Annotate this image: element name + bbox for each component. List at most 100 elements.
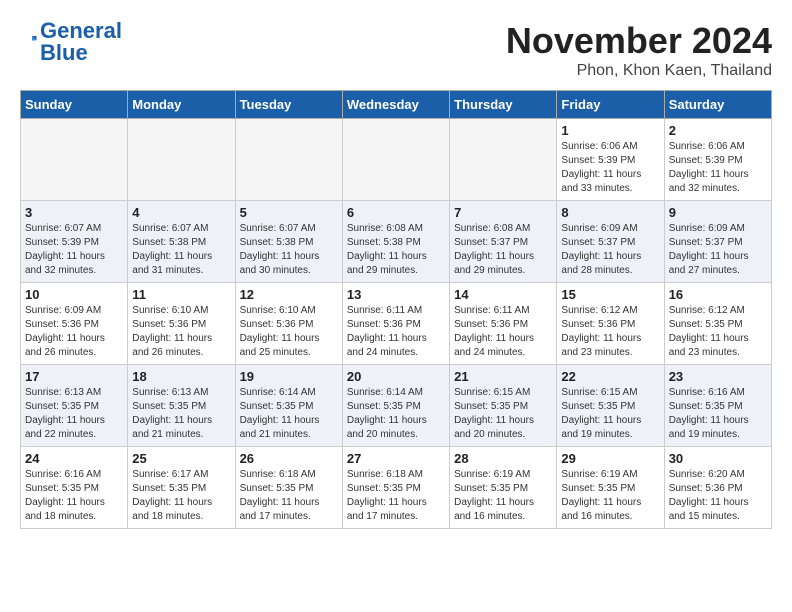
day-info: Sunrise: 6:15 AMSunset: 5:35 PMDaylight:… <box>454 386 552 442</box>
table-row: 6 Sunrise: 6:08 AMSunset: 5:38 PMDaylight… <box>342 201 449 283</box>
table-row <box>450 119 557 201</box>
day-number: 18 <box>132 369 230 384</box>
table-row: 21 Sunrise: 6:15 AMSunset: 5:35 PMDayligh… <box>450 365 557 447</box>
day-info: Sunrise: 6:16 AMSunset: 5:35 PMDaylight:… <box>25 468 123 524</box>
table-row: 25Sunrise: 6:17 AMSunset: 5:35 PMDayligh… <box>128 447 235 529</box>
table-row: 16 Sunrise: 6:12 AMSunset: 5:35 PMDayligh… <box>664 283 771 365</box>
day-number: 27 <box>347 451 445 466</box>
day-info: Sunrise: 6:13 AMSunset: 5:35 PMDaylight:… <box>25 386 123 442</box>
day-number: 8 <box>561 205 659 220</box>
day-number: 26 <box>240 451 338 466</box>
day-number: 4 <box>132 205 230 220</box>
day-info: Sunrise: 6:08 AMSunset: 5:37 PMDaylight:… <box>454 222 552 278</box>
day-number: 17 <box>25 369 123 384</box>
table-row: 8 Sunrise: 6:09 AMSunset: 5:37 PMDaylight… <box>557 201 664 283</box>
day-info: Sunrise: 6:19 AMSunset: 5:35 PMDaylight:… <box>561 468 659 524</box>
table-row <box>235 119 342 201</box>
day-number: 19 <box>240 369 338 384</box>
table-row: 30 Sunrise: 6:20 AMSunset: 5:36 PMDayligh… <box>664 447 771 529</box>
logo-text: General Blue <box>40 20 122 64</box>
table-row: 29 Sunrise: 6:19 AMSunset: 5:35 PMDayligh… <box>557 447 664 529</box>
day-number: 16 <box>669 287 767 302</box>
table-row: 13Sunrise: 6:11 AMSunset: 5:36 PMDayligh… <box>342 283 449 365</box>
table-row <box>128 119 235 201</box>
table-row: 1 Sunrise: 6:06 AMSunset: 5:39 PMDaylight… <box>557 119 664 201</box>
day-number: 14 <box>454 287 552 302</box>
day-number: 10 <box>25 287 123 302</box>
table-row: 14 Sunrise: 6:11 AMSunset: 5:36 PMDayligh… <box>450 283 557 365</box>
day-info: Sunrise: 6:06 AMSunset: 5:39 PMDaylight:… <box>669 140 767 196</box>
table-row: 28Sunrise: 6:19 AMSunset: 5:35 PMDayligh… <box>450 447 557 529</box>
day-info: Sunrise: 6:11 AMSunset: 5:36 PMDaylight:… <box>347 304 445 360</box>
col-tuesday: Tuesday <box>235 91 342 119</box>
col-saturday: Saturday <box>664 91 771 119</box>
day-number: 24 <box>25 451 123 466</box>
table-row: 18Sunrise: 6:13 AMSunset: 5:35 PMDayligh… <box>128 365 235 447</box>
col-friday: Friday <box>557 91 664 119</box>
day-info: Sunrise: 6:10 AMSunset: 5:36 PMDaylight:… <box>132 304 230 360</box>
col-thursday: Thursday <box>450 91 557 119</box>
table-row: 3 Sunrise: 6:07 AMSunset: 5:39 PMDaylight… <box>21 201 128 283</box>
day-number: 20 <box>347 369 445 384</box>
day-info: Sunrise: 6:18 AMSunset: 5:35 PMDaylight:… <box>240 468 338 524</box>
day-number: 23 <box>669 369 767 384</box>
day-number: 1 <box>561 123 659 138</box>
col-sunday: Sunday <box>21 91 128 119</box>
table-row: 17 Sunrise: 6:13 AMSunset: 5:35 PMDayligh… <box>21 365 128 447</box>
logo-line2: Blue <box>40 40 88 65</box>
day-number: 21 <box>454 369 552 384</box>
day-info: Sunrise: 6:09 AMSunset: 5:36 PMDaylight:… <box>25 304 123 360</box>
table-row: 9Sunrise: 6:09 AMSunset: 5:37 PMDaylight… <box>664 201 771 283</box>
table-row: 4 Sunrise: 6:07 AMSunset: 5:38 PMDaylight… <box>128 201 235 283</box>
day-info: Sunrise: 6:15 AMSunset: 5:35 PMDaylight:… <box>561 386 659 442</box>
day-number: 6 <box>347 205 445 220</box>
logo-icon <box>20 33 38 51</box>
table-row: 15 Sunrise: 6:12 AMSunset: 5:36 PMDayligh… <box>557 283 664 365</box>
day-number: 30 <box>669 451 767 466</box>
day-info: Sunrise: 6:07 AMSunset: 5:38 PMDaylight:… <box>240 222 338 278</box>
table-row: 19 Sunrise: 6:14 AMSunset: 5:35 PMDayligh… <box>235 365 342 447</box>
day-info: Sunrise: 6:07 AMSunset: 5:38 PMDaylight:… <box>132 222 230 278</box>
table-row: 22Sunrise: 6:15 AMSunset: 5:35 PMDayligh… <box>557 365 664 447</box>
header: General Blue November 2024 Phon, Khon Ka… <box>20 20 772 80</box>
day-info: Sunrise: 6:16 AMSunset: 5:35 PMDaylight:… <box>669 386 767 442</box>
table-row: 7Sunrise: 6:08 AMSunset: 5:37 PMDaylight… <box>450 201 557 283</box>
table-row <box>342 119 449 201</box>
day-info: Sunrise: 6:20 AMSunset: 5:36 PMDaylight:… <box>669 468 767 524</box>
day-info: Sunrise: 6:14 AMSunset: 5:35 PMDaylight:… <box>347 386 445 442</box>
table-row: 24 Sunrise: 6:16 AMSunset: 5:35 PMDayligh… <box>21 447 128 529</box>
day-number: 2 <box>669 123 767 138</box>
table-row: 2 Sunrise: 6:06 AMSunset: 5:39 PMDaylight… <box>664 119 771 201</box>
calendar-table: Sunday Monday Tuesday Wednesday Thursday… <box>20 90 772 529</box>
table-row <box>21 119 128 201</box>
table-row: 11 Sunrise: 6:10 AMSunset: 5:36 PMDayligh… <box>128 283 235 365</box>
table-row: 27 Sunrise: 6:18 AMSunset: 5:35 PMDayligh… <box>342 447 449 529</box>
day-number: 29 <box>561 451 659 466</box>
day-info: Sunrise: 6:18 AMSunset: 5:35 PMDaylight:… <box>347 468 445 524</box>
col-wednesday: Wednesday <box>342 91 449 119</box>
day-info: Sunrise: 6:12 AMSunset: 5:36 PMDaylight:… <box>561 304 659 360</box>
day-info: Sunrise: 6:10 AMSunset: 5:36 PMDaylight:… <box>240 304 338 360</box>
table-row: 23 Sunrise: 6:16 AMSunset: 5:35 PMDayligh… <box>664 365 771 447</box>
day-info: Sunrise: 6:14 AMSunset: 5:35 PMDaylight:… <box>240 386 338 442</box>
day-info: Sunrise: 6:19 AMSunset: 5:35 PMDaylight:… <box>454 468 552 524</box>
day-info: Sunrise: 6:08 AMSunset: 5:38 PMDaylight:… <box>347 222 445 278</box>
day-number: 3 <box>25 205 123 220</box>
day-info: Sunrise: 6:11 AMSunset: 5:36 PMDaylight:… <box>454 304 552 360</box>
day-number: 11 <box>132 287 230 302</box>
month-title: November 2024 <box>506 20 772 62</box>
day-info: Sunrise: 6:09 AMSunset: 5:37 PMDaylight:… <box>561 222 659 278</box>
day-number: 5 <box>240 205 338 220</box>
table-row: 20 Sunrise: 6:14 AMSunset: 5:35 PMDayligh… <box>342 365 449 447</box>
col-monday: Monday <box>128 91 235 119</box>
day-number: 15 <box>561 287 659 302</box>
day-info: Sunrise: 6:12 AMSunset: 5:35 PMDaylight:… <box>669 304 767 360</box>
day-info: Sunrise: 6:09 AMSunset: 5:37 PMDaylight:… <box>669 222 767 278</box>
logo: General Blue <box>20 20 122 64</box>
day-info: Sunrise: 6:07 AMSunset: 5:39 PMDaylight:… <box>25 222 123 278</box>
day-info: Sunrise: 6:17 AMSunset: 5:35 PMDaylight:… <box>132 468 230 524</box>
title-area: November 2024 Phon, Khon Kaen, Thailand <box>506 20 772 80</box>
day-number: 12 <box>240 287 338 302</box>
table-row: 26 Sunrise: 6:18 AMSunset: 5:35 PMDayligh… <box>235 447 342 529</box>
day-info: Sunrise: 6:06 AMSunset: 5:39 PMDaylight:… <box>561 140 659 196</box>
